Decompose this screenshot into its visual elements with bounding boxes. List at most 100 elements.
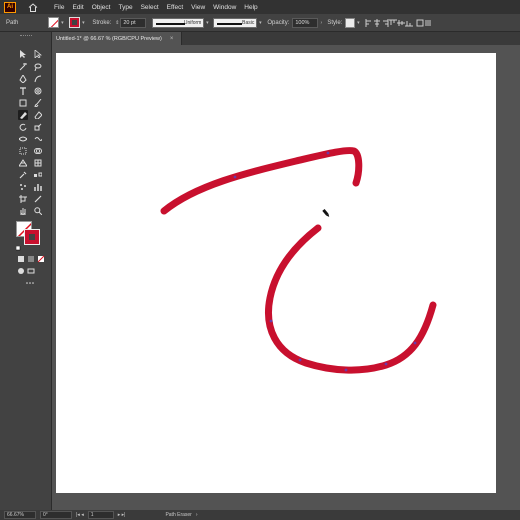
menu-edit[interactable]: Edit	[68, 4, 87, 11]
magic-wand-tool-icon[interactable]	[18, 62, 28, 72]
edit-toolbar-icon[interactable]	[25, 278, 35, 288]
path-eraser-tool-icon[interactable]	[18, 110, 28, 120]
menu-file[interactable]: File	[50, 4, 68, 11]
opacity-field[interactable]: 100%	[292, 17, 319, 28]
gradient-mode-icon[interactable]	[26, 254, 36, 264]
anchor-point[interactable]	[326, 151, 330, 155]
stroke-weight-field[interactable]: 20 pt	[120, 17, 147, 28]
prev-artboard-icon[interactable]: |◂ ◂	[76, 512, 84, 518]
lasso-tool-icon[interactable]	[33, 62, 43, 72]
selection-type-label: Path	[6, 19, 19, 26]
anchor-point[interactable]	[298, 358, 302, 362]
stroke-box[interactable]	[24, 229, 40, 245]
anchor-point[interactable]	[269, 319, 273, 323]
selection-tool-icon[interactable]	[18, 49, 28, 59]
tools-panel	[0, 32, 52, 510]
control-bar: Path ▾ ▾ Stroke: ⇕ 20 pt Uniform ▾ Basic…	[0, 14, 520, 32]
warp-tool-icon[interactable]	[33, 134, 43, 144]
home-icon[interactable]	[26, 1, 40, 13]
none-mode-icon[interactable]	[36, 254, 46, 264]
shape-builder-tool-icon[interactable]	[33, 146, 43, 156]
eraser-tool-icon[interactable]	[33, 110, 43, 120]
scale-tool-icon[interactable]	[33, 122, 43, 132]
fill-swatch[interactable]	[48, 17, 60, 28]
menu-type[interactable]: Type	[114, 4, 136, 11]
blend-tool-icon[interactable]	[33, 170, 43, 180]
align-center-icon[interactable]	[373, 18, 381, 27]
stroke-swatch[interactable]	[69, 17, 81, 28]
paintbrush-tool-icon[interactable]	[33, 98, 43, 108]
type-tool-icon[interactable]	[18, 86, 28, 96]
brush-dropdown-icon[interactable]: ▾	[257, 19, 263, 27]
symbol-sprayer-tool-icon[interactable]	[18, 182, 28, 192]
menu-select[interactable]: Select	[137, 4, 163, 11]
align-left-icon[interactable]	[365, 18, 373, 27]
toolbar-grip[interactable]	[20, 35, 32, 37]
color-mode-icon[interactable]	[16, 254, 26, 264]
fill-stroke-widget[interactable]	[16, 221, 42, 245]
align-right-icon[interactable]	[381, 18, 389, 27]
lower-stroke-path[interactable]	[265, 224, 437, 374]
menu-effect[interactable]: Effect	[163, 4, 188, 11]
align-middle-icon[interactable]	[397, 18, 406, 27]
column-graph-tool-icon[interactable]	[33, 182, 43, 192]
canvas-area[interactable]	[52, 45, 520, 510]
eyedropper-tool-icon[interactable]	[18, 170, 28, 180]
menu-view[interactable]: View	[187, 4, 209, 11]
transform-icon[interactable]	[416, 18, 424, 27]
artboard[interactable]	[56, 53, 496, 493]
upper-stroke-path[interactable]	[160, 147, 363, 215]
curvature-tool-icon[interactable]	[33, 74, 43, 84]
stroke-label[interactable]: Stroke:	[92, 20, 111, 26]
menu-help[interactable]: Help	[240, 4, 261, 11]
status-menu-icon[interactable]: ›	[196, 512, 198, 518]
artboard-tool-icon[interactable]	[18, 194, 28, 204]
current-tool-status[interactable]: Path Eraser	[165, 512, 191, 518]
next-artboard-icon[interactable]: ▸ ▸|	[118, 512, 126, 518]
anchor-point[interactable]	[344, 368, 348, 372]
profile-dropdown-icon[interactable]: ▾	[204, 19, 210, 27]
width-tool-icon[interactable]	[18, 134, 28, 144]
default-colors-icon[interactable]	[16, 246, 22, 252]
align-top-icon[interactable]	[389, 18, 398, 27]
screen-mode-icon[interactable]	[26, 266, 36, 276]
fill-dropdown-icon[interactable]: ▾	[59, 19, 65, 27]
pen-tool-icon[interactable]	[18, 74, 28, 84]
brush-definition[interactable]: Basic	[213, 17, 258, 28]
stroke-dropdown-icon[interactable]: ▾	[80, 19, 86, 27]
align-bottom-icon[interactable]	[405, 18, 414, 27]
spiral-tool-icon[interactable]	[33, 86, 43, 96]
menu-object[interactable]: Object	[88, 4, 115, 11]
anchor-point[interactable]	[413, 341, 417, 345]
menu-window[interactable]: Window	[209, 4, 240, 11]
app-logo[interactable]: Ai	[4, 1, 16, 13]
menu-options-icon[interactable]	[424, 18, 432, 27]
style-dropdown-icon[interactable]: ▾	[355, 19, 361, 27]
menu-list: File Edit Object Type Select Effect View…	[50, 4, 262, 11]
artboard-number-field[interactable]: 1	[87, 511, 114, 519]
close-tab-icon[interactable]: ×	[170, 36, 174, 42]
opacity-dropdown-icon[interactable]: ›	[318, 19, 324, 27]
variable-width-label: Uniform	[183, 19, 202, 26]
perspective-grid-tool-icon[interactable]	[18, 158, 28, 168]
zoom-tool-icon[interactable]	[33, 206, 43, 216]
rotate-tool-icon[interactable]	[18, 122, 28, 132]
slice-tool-icon[interactable]	[33, 194, 43, 204]
draw-mode-icon[interactable]	[16, 266, 26, 276]
variable-width-profile[interactable]: Uniform	[152, 17, 205, 28]
rotation-field[interactable]: 0°	[40, 511, 72, 519]
direct-selection-tool-icon[interactable]	[33, 49, 43, 59]
rectangle-tool-icon[interactable]	[18, 98, 28, 108]
free-transform-tool-icon[interactable]	[18, 146, 28, 156]
document-tab-title: Untitled-1* @ 66.67 % (RGB/CPU Preview)	[56, 35, 162, 42]
tab-bar-filler	[182, 32, 520, 45]
document-tab[interactable]: Untitled-1* @ 66.67 % (RGB/CPU Preview) …	[52, 32, 182, 45]
mesh-tool-icon[interactable]	[33, 158, 43, 168]
brush-label: Basic	[242, 19, 255, 26]
zoom-field[interactable]: 66.67%	[4, 511, 36, 519]
hand-tool-icon[interactable]	[18, 206, 28, 216]
graphic-style-swatch[interactable]	[345, 17, 356, 28]
opacity-label[interactable]: Opacity:	[267, 20, 289, 26]
anchor-point[interactable]	[233, 175, 237, 179]
anchor-point[interactable]	[384, 362, 388, 366]
